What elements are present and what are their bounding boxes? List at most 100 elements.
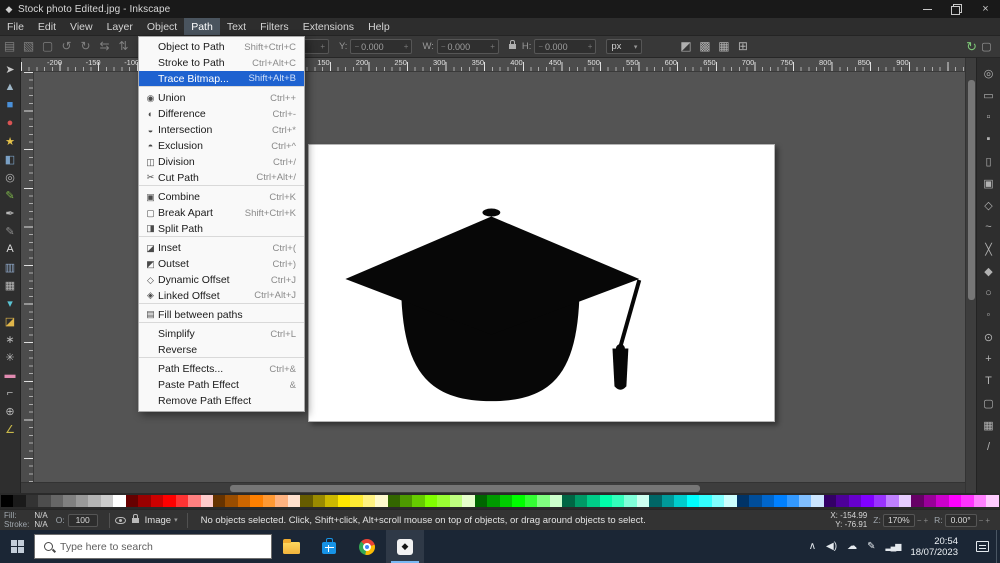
path-menu-item[interactable]: ▣ Combine Ctrl+K (139, 189, 304, 205)
palette-swatch[interactable] (151, 495, 163, 507)
palette-swatch[interactable] (737, 495, 749, 507)
path-menu-item[interactable]: ◓ Exclusion Ctrl+^ (139, 138, 304, 154)
path-menu-item[interactable]: ◈ Linked Offset Ctrl+Alt+J (139, 288, 304, 304)
width-input[interactable]: − 0.000 + (437, 39, 499, 54)
palette-swatch[interactable] (861, 495, 873, 507)
fill-stroke-indicator[interactable]: Fill: N/A Stroke: N/A (4, 511, 48, 529)
ellipse-tool[interactable]: ● (0, 114, 20, 132)
palette-swatch[interactable] (525, 495, 537, 507)
path-menu-item[interactable]: Reverse (139, 342, 304, 358)
palette-swatch[interactable] (662, 495, 674, 507)
spray-tool[interactable]: ✳ (0, 348, 20, 366)
menubar-item[interactable]: Layer (100, 18, 140, 35)
zoom-decrement[interactable]: − (917, 516, 922, 525)
y-decrement[interactable]: − (354, 42, 359, 51)
vertical-scrollbar-thumb[interactable] (968, 80, 975, 300)
layer-lock-icon[interactable] (132, 518, 139, 523)
zoom-tool[interactable]: ⊕ (0, 402, 20, 420)
palette-swatch[interactable] (425, 495, 437, 507)
y-input[interactable]: − 0.000 + (350, 39, 412, 54)
path-menu-item[interactable]: ◐ Difference Ctrl+- (139, 106, 304, 122)
horizontal-scrollbar[interactable] (21, 482, 965, 493)
palette-swatch[interactable] (562, 495, 574, 507)
palette-swatch[interactable] (176, 495, 188, 507)
show-desktop-button[interactable] (996, 530, 1000, 563)
width-increment[interactable]: + (490, 42, 495, 51)
palette-swatch[interactable] (774, 495, 786, 507)
menubar-item[interactable]: Extensions (296, 18, 361, 35)
layer-visibility-icon[interactable] (115, 517, 126, 524)
affect-move-icon[interactable]: ◩ (676, 36, 695, 57)
palette-swatch[interactable] (924, 495, 936, 507)
restore-button[interactable] (942, 0, 971, 18)
vertical-ruler[interactable] (21, 72, 34, 482)
palette-swatch[interactable] (225, 495, 237, 507)
snap-smooth-nodes-icon[interactable]: ○ (977, 282, 1000, 304)
palette-swatch[interactable] (936, 495, 948, 507)
palette-swatch[interactable] (88, 495, 100, 507)
onedrive-icon[interactable]: ☁ (847, 542, 857, 552)
path-menu-item[interactable]: Path Effects... Ctrl+& (139, 361, 304, 377)
path-menu-item[interactable]: ◩ Outset Ctrl+) (139, 256, 304, 272)
palette-swatch[interactable] (400, 495, 412, 507)
menubar-item[interactable]: Edit (31, 18, 63, 35)
menubar-item[interactable]: Text (220, 18, 253, 35)
palette-swatch[interactable] (911, 495, 923, 507)
zoom-increment[interactable]: + (923, 516, 928, 525)
rotation-decrement[interactable]: − (979, 516, 984, 525)
width-decrement[interactable]: − (441, 42, 446, 51)
path-menu-item[interactable]: ◉ Union Ctrl++ (139, 90, 304, 106)
start-button[interactable] (0, 530, 34, 563)
dropper-tool[interactable]: ▾ (0, 294, 20, 312)
rotate-cw-icon[interactable]: ↻ (76, 36, 95, 57)
palette-swatch[interactable] (724, 495, 736, 507)
palette-swatch[interactable] (587, 495, 599, 507)
palette-swatch[interactable] (899, 495, 911, 507)
menubar-item[interactable]: File (0, 18, 31, 35)
menubar-item[interactable]: Object (140, 18, 184, 35)
layer-select[interactable]: Image ▾ (145, 515, 178, 526)
palette-swatch[interactable] (949, 495, 961, 507)
snap-refresh-icon[interactable]: ↻ (966, 36, 977, 57)
vertical-scrollbar[interactable] (965, 58, 976, 493)
palette-swatch[interactable] (799, 495, 811, 507)
deselect-icon[interactable]: ▢ (38, 36, 57, 57)
selector-tool[interactable]: ➤ (0, 60, 20, 78)
palette-swatch[interactable] (126, 495, 138, 507)
snap-page-border-icon[interactable]: ▢ (977, 392, 1000, 414)
palette-swatch[interactable] (824, 495, 836, 507)
palette-swatch[interactable] (475, 495, 487, 507)
snap-bbox-midpoints-icon[interactable]: ▯ (977, 150, 1000, 172)
affect-stroke-icon[interactable]: ▩ (695, 36, 714, 57)
palette-swatch[interactable] (575, 495, 587, 507)
taskbar-app-inkscape[interactable]: ◆ (386, 530, 424, 563)
palette-swatch[interactable] (749, 495, 761, 507)
snap-paths-icon[interactable]: ~ (977, 216, 1000, 238)
rotation-input[interactable]: 0.00° (945, 514, 977, 527)
height-decrement[interactable]: − (538, 42, 543, 51)
pen-icon[interactable]: ✎ (867, 542, 875, 552)
palette-swatch[interactable] (113, 495, 125, 507)
snap-nodes-icon[interactable]: ◇ (977, 194, 1000, 216)
action-center-button[interactable] (968, 530, 996, 563)
taskbar-app-file-explorer[interactable] (272, 530, 310, 563)
palette-swatch[interactable] (986, 495, 998, 507)
palette-swatch[interactable] (462, 495, 474, 507)
snap-midpoints-icon[interactable]: ◦ (977, 304, 1000, 326)
path-menu-item[interactable]: ◪ Inset Ctrl+( (139, 240, 304, 256)
palette-swatch[interactable] (363, 495, 375, 507)
node-tool[interactable]: ▲ (0, 78, 20, 96)
rectangle-tool[interactable]: ■ (0, 96, 20, 114)
palette-swatch[interactable] (500, 495, 512, 507)
palette-swatch[interactable] (263, 495, 275, 507)
y-increment[interactable]: + (404, 42, 409, 51)
snap-guides-icon[interactable]: / (977, 436, 1000, 458)
x-increment[interactable]: + (320, 42, 325, 51)
path-menu-item[interactable]: Paste Path Effect & (139, 377, 304, 393)
flip-horizontal-icon[interactable]: ⇆ (95, 36, 114, 57)
menubar-item[interactable]: View (63, 18, 100, 35)
palette-swatch[interactable] (874, 495, 886, 507)
palette-swatch[interactable] (886, 495, 898, 507)
palette-swatch[interactable] (138, 495, 150, 507)
palette-swatch[interactable] (450, 495, 462, 507)
